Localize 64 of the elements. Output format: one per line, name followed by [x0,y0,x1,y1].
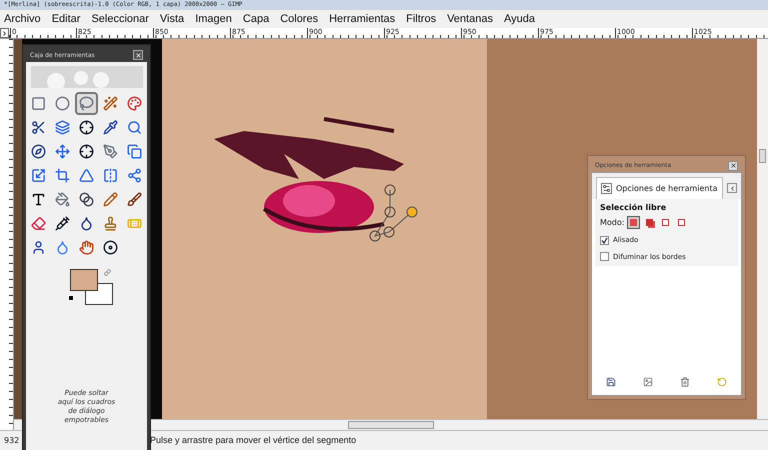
wand-icon [103,96,118,111]
tool-heading: Selección libre [600,202,668,214]
close-icon [134,52,142,58]
menu-item[interactable]: Archivo [4,10,41,28]
checkbox[interactable] [600,252,609,262]
crop-icon [55,168,70,183]
pipette-icon [103,120,118,135]
checkbox[interactable] [600,236,609,245]
menu-item[interactable]: Ayuda [504,10,535,28]
nodes-icon [127,168,142,183]
save-icon[interactable] [606,377,616,387]
tool-options-icon [601,183,612,194]
menu-item[interactable]: Filtros [406,10,436,28]
crosshair-icon [79,120,94,135]
image-icon[interactable] [642,377,653,387]
menu-item[interactable]: Capa [242,10,270,28]
swap-icon[interactable] [104,269,111,276]
pen-icon [103,144,118,159]
tab-menu-button[interactable] [727,183,737,193]
menu-item[interactable]: Imagen [195,10,232,28]
person-icon [31,240,46,255]
layers-icon [55,120,70,135]
bucket-icon [55,192,70,207]
horizontal-scrollbar[interactable] [348,421,434,429]
rectangle-select-icon [31,96,46,111]
menu-item[interactable]: Herramientas [329,10,396,28]
copy-icon [127,144,142,159]
menu-item[interactable]: Ventanas [447,10,493,28]
quick-mask-icon[interactable] [0,28,9,38]
eraser-icon [31,216,46,231]
close-button[interactable] [133,50,143,60]
pointer-coordinates: 932 [3,434,20,446]
lasso-icon [79,96,94,111]
ellipse-select-icon [55,96,70,111]
mode-button[interactable] [627,216,640,229]
zoom-icon [127,120,142,135]
bandage-icon [127,216,142,231]
menu-item[interactable]: Seleccionar [91,10,149,28]
close-button[interactable] [728,160,738,170]
mode-label: Modo: [600,216,624,228]
flip-icon [103,168,118,183]
reset-icon[interactable] [717,377,728,387]
syringe-icon [55,216,70,231]
menu-item[interactable]: Vista [160,10,184,28]
palette-icon [127,96,142,111]
options-tab[interactable]: Opciones de herramienta [596,177,723,199]
menu-item[interactable]: Colores [280,10,318,28]
scissors-icon [31,120,46,135]
brush-icon [127,192,142,207]
caret-icon [728,184,736,192]
compass-icon [31,144,46,159]
default-colors-icon[interactable] [68,295,74,301]
triangle-icon [79,168,94,183]
foreground-color-swatch[interactable] [70,269,98,291]
stamp-icon [103,216,118,231]
tab-label: Opciones de herramienta [616,182,718,194]
text-tool-icon [31,192,46,207]
menu-item[interactable]: Editar [52,10,80,28]
pencil-icon [103,192,118,207]
close-icon [730,162,736,169]
move-icon [55,144,70,159]
delete-icon[interactable] [680,377,690,387]
crosshair-icon [79,144,94,159]
drop-icon [55,240,70,255]
